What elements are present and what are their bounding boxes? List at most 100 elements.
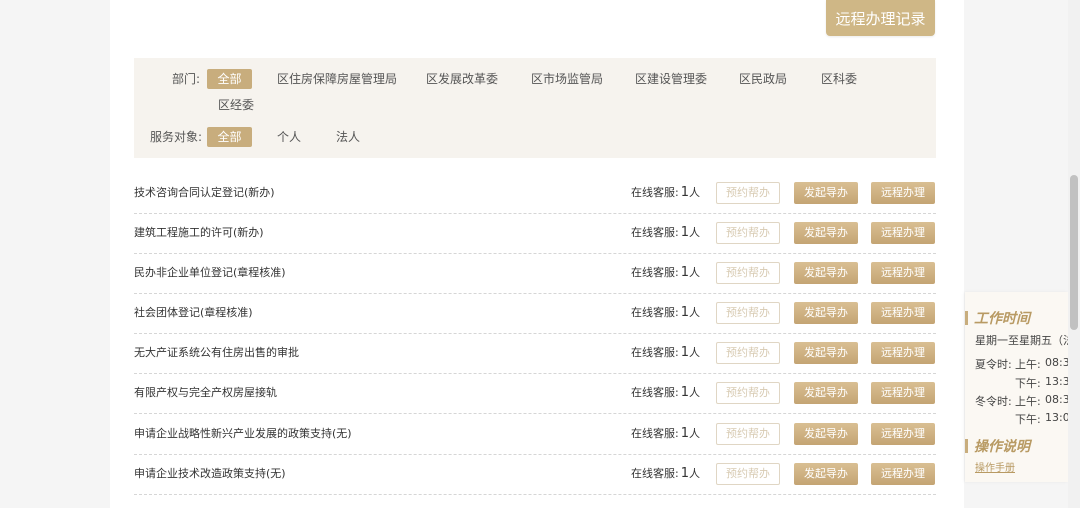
start-guide-button[interactable]: 发起导办 bbox=[794, 342, 858, 364]
remote-handle-button[interactable]: 远程办理 bbox=[871, 182, 935, 204]
online-cs-count: 1 bbox=[680, 385, 689, 400]
appointment-help-button[interactable]: 预约帮办 bbox=[716, 302, 780, 324]
remote-handle-button[interactable]: 远程办理 bbox=[871, 342, 935, 364]
service-name[interactable]: 技术咨询合同认定登记(新办) bbox=[134, 173, 275, 213]
service-name[interactable]: 建筑工程施工的许可(新办) bbox=[134, 213, 264, 253]
winter-am-time: 08:30 bbox=[1045, 393, 1068, 406]
list-item: 申请企业战略性新兴产业发展的政策支持(无) 在线客服: 1人 预约帮办 发起导办 … bbox=[134, 414, 936, 455]
summer-pm-label: 下午: bbox=[1015, 377, 1041, 390]
start-guide-button[interactable]: 发起导办 bbox=[794, 423, 858, 445]
online-cs-count: 1 bbox=[680, 345, 689, 360]
winter-am-label: 上午: bbox=[1015, 395, 1041, 408]
dept-chip-construction[interactable]: 区建设管理委 bbox=[635, 69, 707, 89]
online-cs: 在线客服: 1人 bbox=[631, 373, 700, 413]
dept-chip-housing[interactable]: 区住房保障房屋管理局 bbox=[277, 69, 397, 89]
service-name[interactable]: 申请企业战略性新兴产业发展的政策支持(无) bbox=[134, 414, 352, 454]
service-name[interactable]: 无大产证系统公有住房出售的审批 bbox=[134, 333, 299, 373]
online-cs: 在线客服: 1人 bbox=[631, 293, 700, 333]
work-time-heading: 工作时间 bbox=[965, 308, 1030, 328]
start-guide-button[interactable]: 发起导办 bbox=[794, 463, 858, 485]
appointment-help-button[interactable]: 预约帮办 bbox=[716, 423, 780, 445]
online-cs-unit: 人 bbox=[689, 346, 700, 359]
remote-handle-button[interactable]: 远程办理 bbox=[871, 222, 935, 244]
start-guide-button[interactable]: 发起导办 bbox=[794, 222, 858, 244]
online-cs: 在线客服: 1人 bbox=[631, 213, 700, 253]
page-scrollbar[interactable] bbox=[1068, 0, 1080, 508]
target-chip-all[interactable]: 全部 bbox=[207, 127, 252, 147]
remote-handle-button[interactable]: 远程办理 bbox=[871, 423, 935, 445]
appointment-help-button[interactable]: 预约帮办 bbox=[716, 262, 780, 284]
heading-bar bbox=[965, 439, 968, 453]
service-name[interactable]: 社会团体登记(章程核准) bbox=[134, 293, 253, 333]
online-cs-count: 1 bbox=[680, 466, 689, 481]
operation-guide-title: 操作说明 bbox=[974, 439, 1030, 455]
online-cs: 在线客服: 1人 bbox=[631, 173, 700, 213]
department-filter-label: 部门: bbox=[172, 72, 201, 86]
service-target-label: 服务对象: bbox=[150, 130, 203, 144]
dept-chip-civil-affairs[interactable]: 区民政局 bbox=[739, 69, 787, 89]
start-guide-button[interactable]: 发起导办 bbox=[794, 302, 858, 324]
work-time-title: 工作时间 bbox=[974, 311, 1030, 327]
list-item: 技术咨询合同认定登记(新办) 在线客服: 1人 预约帮办 发起导办 远程办理 bbox=[134, 173, 936, 214]
service-name[interactable]: 有限产权与完全产权房屋接轨 bbox=[134, 373, 277, 413]
remote-handle-button[interactable]: 远程办理 bbox=[871, 302, 935, 324]
list-item: 无大产证系统公有住房出售的审批 在线客服: 1人 预约帮办 发起导办 远程办理 bbox=[134, 333, 936, 374]
scrollbar-thumb[interactable] bbox=[1070, 175, 1078, 330]
list-item: 社会团体登记(章程核准) 在线客服: 1人 预约帮办 发起导办 远程办理 bbox=[134, 293, 936, 334]
online-cs-label: 在线客服: bbox=[631, 346, 679, 359]
online-cs-count: 1 bbox=[680, 265, 689, 280]
user-manual-link[interactable]: 操作手册 bbox=[975, 459, 1015, 474]
online-cs-unit: 人 bbox=[689, 186, 700, 199]
dept-chip-all[interactable]: 全部 bbox=[207, 69, 252, 89]
appointment-help-button[interactable]: 预约帮办 bbox=[716, 342, 780, 364]
winter-pm-label: 下午: bbox=[1015, 413, 1041, 426]
list-item: 申请企业技术改造政策支持(无) 在线客服: 1人 预约帮办 发起导办 远程办理 bbox=[134, 454, 936, 495]
summer-am-label: 上午: bbox=[1015, 358, 1041, 371]
remote-records-button[interactable]: 远程办理记录 bbox=[826, 0, 935, 36]
appointment-help-button[interactable]: 预约帮办 bbox=[716, 382, 780, 404]
online-cs-unit: 人 bbox=[689, 467, 700, 480]
online-cs-label: 在线客服: bbox=[631, 186, 679, 199]
online-cs-label: 在线客服: bbox=[631, 467, 679, 480]
start-guide-button[interactable]: 发起导办 bbox=[794, 182, 858, 204]
target-chip-individual[interactable]: 个人 bbox=[277, 127, 301, 147]
winter-pm-time: 13:00 bbox=[1045, 411, 1068, 424]
online-cs-count: 1 bbox=[680, 225, 689, 240]
summer-am-time: 08:30 bbox=[1045, 356, 1068, 369]
online-cs: 在线客服: 1人 bbox=[631, 454, 700, 494]
list-item: 民办非企业单位登记(章程核准) 在线客服: 1人 预约帮办 发起导办 远程办理 bbox=[134, 253, 936, 294]
remote-handle-button[interactable]: 远程办理 bbox=[871, 463, 935, 485]
list-item: 有限产权与完全产权房屋接轨 在线客服: 1人 预约帮办 发起导办 远程办理 bbox=[134, 373, 936, 414]
online-cs: 在线客服: 1人 bbox=[631, 333, 700, 373]
remote-handle-button[interactable]: 远程办理 bbox=[871, 262, 935, 284]
dept-chip-development[interactable]: 区发展改革委 bbox=[426, 69, 498, 89]
weekdays-text: 星期一至星期五（法 bbox=[975, 334, 1068, 347]
service-name[interactable]: 申请企业技术改造政策支持(无) bbox=[134, 454, 286, 494]
online-cs-label: 在线客服: bbox=[631, 306, 679, 319]
start-guide-button[interactable]: 发起导办 bbox=[794, 382, 858, 404]
dept-chip-economy[interactable]: 区经委 bbox=[218, 95, 254, 115]
online-cs: 在线客服: 1人 bbox=[631, 253, 700, 293]
online-cs-unit: 人 bbox=[689, 266, 700, 279]
winter-label: 冬令时: bbox=[975, 395, 1012, 408]
appointment-help-button[interactable]: 预约帮办 bbox=[716, 463, 780, 485]
service-name[interactable]: 民办非企业单位登记(章程核准) bbox=[134, 253, 286, 293]
target-chip-legal-person[interactable]: 法人 bbox=[336, 127, 360, 147]
online-cs-unit: 人 bbox=[689, 386, 700, 399]
online-cs-unit: 人 bbox=[689, 427, 700, 440]
summer-pm-time: 13:30 bbox=[1045, 375, 1068, 388]
online-cs-count: 1 bbox=[680, 426, 689, 441]
online-cs-unit: 人 bbox=[689, 226, 700, 239]
remote-handle-button[interactable]: 远程办理 bbox=[871, 382, 935, 404]
appointment-help-button[interactable]: 预约帮办 bbox=[716, 222, 780, 244]
appointment-help-button[interactable]: 预约帮办 bbox=[716, 182, 780, 204]
start-guide-button[interactable]: 发起导办 bbox=[794, 262, 858, 284]
online-cs-unit: 人 bbox=[689, 306, 700, 319]
work-info-panel: 工作时间 星期一至星期五（法 夏令时: 上午: 08:30 下午: 13:30 … bbox=[965, 292, 1068, 482]
online-cs-label: 在线客服: bbox=[631, 266, 679, 279]
dept-chip-market[interactable]: 区市场监管局 bbox=[531, 69, 603, 89]
summer-label: 夏令时: bbox=[975, 358, 1012, 371]
online-cs-count: 1 bbox=[680, 185, 689, 200]
dept-chip-science[interactable]: 区科委 bbox=[821, 69, 857, 89]
list-item: 建筑工程施工的许可(新办) 在线客服: 1人 预约帮办 发起导办 远程办理 bbox=[134, 213, 936, 254]
